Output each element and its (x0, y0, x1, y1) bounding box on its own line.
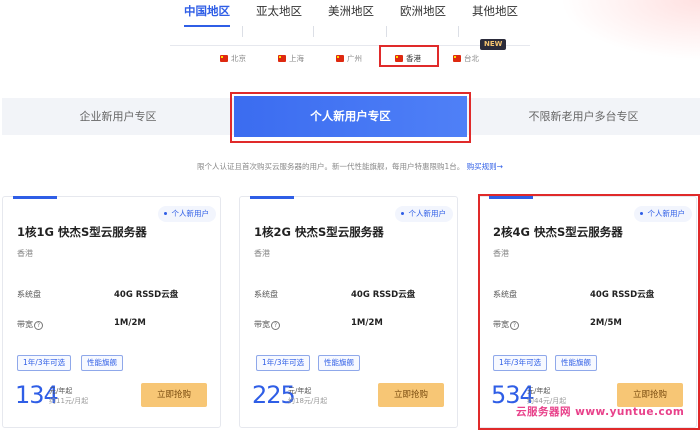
bandwidth-label: 带宽? (17, 319, 43, 330)
disk-label: 系统盘 (17, 290, 41, 299)
buy-now-button[interactable]: 立即抢购 (141, 383, 207, 407)
region-divider (242, 26, 243, 37)
card-region: 香港 (17, 249, 33, 258)
term-chip: 1年/3年可选 (256, 355, 311, 371)
section-highlight-box (230, 92, 471, 143)
new-badge: NEW (480, 39, 507, 50)
card-title: 1核2G 快杰S型云服务器 (254, 225, 384, 239)
price-unit: 元/年起 (288, 387, 312, 395)
city-label: 上海 (289, 54, 304, 63)
region-divider (313, 26, 314, 37)
personal-user-tag: 个人新用户 (157, 206, 216, 222)
tab-europe[interactable]: 欧洲地区 (400, 0, 446, 26)
help-icon[interactable]: ? (34, 321, 43, 330)
china-flag-icon (336, 55, 344, 62)
tab-asia-pacific[interactable]: 亚太地区 (256, 0, 302, 26)
city-highlight-box (379, 45, 439, 67)
disk-value: 40G RSSD云盘 (351, 290, 416, 300)
tab-enterprise-new-users[interactable]: 企业新用户专区 (2, 98, 234, 135)
card-accent-bar (13, 196, 57, 199)
price-per-month: 约11元/月起 (49, 397, 89, 405)
price-per-month: 约18元/月起 (288, 397, 328, 405)
city-shanghai[interactable]: 上海 (278, 52, 304, 66)
watermark: 云服务器网 www.yuntue.com (516, 406, 685, 418)
city-label: 北京 (231, 54, 246, 63)
region-divider (386, 26, 387, 37)
tab-americas[interactable]: 美洲地区 (328, 0, 374, 26)
notice-text: 限个人认证且首次购买云服务器的用户。新一代性能旗舰，每用户特惠限购1台。 (197, 162, 465, 171)
bandwidth-value: 1M/2M (351, 318, 383, 328)
top-right-glow (560, 0, 700, 60)
region-divider (458, 26, 459, 37)
card-title: 1核1G 快杰S型云服务器 (17, 225, 147, 239)
city-taipei[interactable]: 台北 (453, 52, 479, 66)
bandwidth-label-text: 带宽 (17, 320, 33, 329)
china-flag-icon (453, 55, 461, 62)
disk-label: 系统盘 (254, 290, 278, 299)
card-accent-bar (250, 196, 294, 199)
bandwidth-label-text: 带宽 (254, 320, 270, 329)
city-label: 台北 (464, 54, 479, 63)
help-icon[interactable]: ? (271, 321, 280, 330)
tab-unlimited-users[interactable]: 不限新老用户多台专区 (467, 98, 700, 135)
price-unit: 元/年起 (49, 387, 73, 395)
performance-chip: 性能旗舰 (81, 355, 123, 371)
card-region: 香港 (254, 249, 270, 258)
city-guangzhou[interactable]: 广州 (336, 52, 362, 66)
personal-user-tag: 个人新用户 (394, 206, 453, 222)
bandwidth-label: 带宽? (254, 319, 280, 330)
product-card-1c1g: 个人新用户 1核1G 快杰S型云服务器 香港 系统盘 40G RSSD云盘 带宽… (2, 196, 221, 428)
china-flag-icon (278, 55, 286, 62)
bandwidth-value: 1M/2M (114, 318, 146, 328)
purchase-rules-link[interactable]: 购买规则→ (467, 162, 503, 171)
product-card-1c2g: 个人新用户 1核2G 快杰S型云服务器 香港 系统盘 40G RSSD云盘 带宽… (239, 196, 458, 428)
disk-value: 40G RSSD云盘 (114, 290, 179, 300)
card-highlight-box (478, 194, 700, 430)
tab-other[interactable]: 其他地区 (472, 0, 518, 26)
purchase-notice: 限个人认证且首次购买云服务器的用户。新一代性能旗舰，每用户特惠限购1台。 购买规… (0, 161, 700, 173)
city-beijing[interactable]: 北京 (220, 52, 246, 66)
tab-china[interactable]: 中国地区 (184, 0, 230, 27)
china-flag-icon (220, 55, 228, 62)
buy-now-button[interactable]: 立即抢购 (378, 383, 444, 407)
performance-chip: 性能旗舰 (318, 355, 360, 371)
city-label: 广州 (347, 54, 362, 63)
term-chip: 1年/3年可选 (17, 355, 72, 371)
